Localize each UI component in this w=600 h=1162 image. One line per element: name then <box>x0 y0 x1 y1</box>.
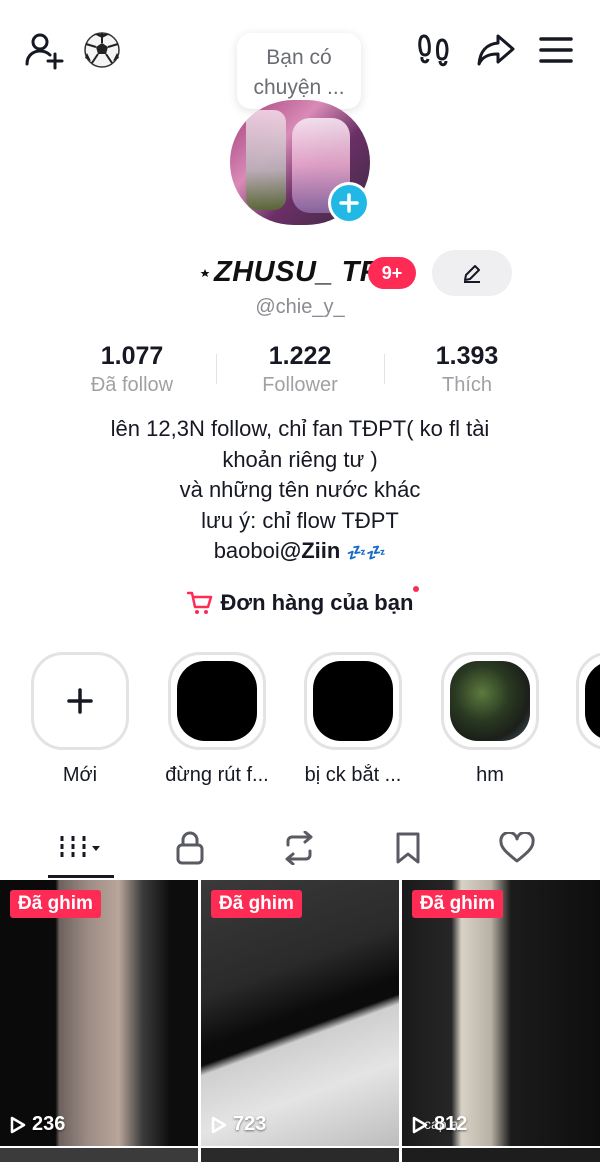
profile-name-row: ZHUSU_ TF 9+ <box>0 250 600 296</box>
repost-icon <box>285 831 313 865</box>
view-count-value: 723 <box>233 1113 267 1135</box>
play-icon <box>10 1116 26 1133</box>
plus-icon <box>339 193 359 213</box>
view-count: 236 <box>10 1113 65 1136</box>
stat-following[interactable]: 1.077 Đã follow <box>47 340 217 398</box>
videos-grid-icon <box>60 836 100 860</box>
stat-label: Đã follow <box>90 374 174 396</box>
highlight-item[interactable]: hm <box>430 652 550 787</box>
avatar-figure <box>246 110 286 210</box>
footprints-icon[interactable] <box>412 28 456 72</box>
highlight-new[interactable]: Mới <box>20 652 140 787</box>
highlight-label: hm <box>476 764 504 786</box>
video-thumbnail-partial[interactable] <box>201 1148 399 1162</box>
heart-icon <box>499 832 535 863</box>
pinned-badge: Đã ghim <box>211 890 302 918</box>
stat-label: Follower <box>262 374 338 396</box>
plus-icon <box>67 688 93 714</box>
play-icon <box>412 1116 428 1133</box>
lock-icon <box>176 831 204 865</box>
orders-label: Đơn hàng của bạn <box>220 590 414 615</box>
video-grid: Đã ghim 236 Đã ghim 723 Đã ghim cap ạ 81… <box>0 880 600 1162</box>
highlight-label: Mới <box>62 764 98 786</box>
highlight-label: đừng rút f... <box>165 764 269 786</box>
highlight-ring <box>31 652 129 750</box>
profile-tabs <box>0 822 600 878</box>
active-tab-indicator <box>48 875 114 878</box>
pencil-icon <box>464 265 480 283</box>
highlight-ring <box>441 652 539 750</box>
highlight-thumbnail <box>177 661 257 741</box>
note-bubble-text: Bạn có chuyện ... <box>253 46 345 99</box>
stat-followers[interactable]: 1.222 Follower <box>215 340 385 398</box>
view-count: 723 <box>211 1113 266 1136</box>
video-thumbnail-partial[interactable] <box>402 1148 600 1162</box>
view-count-value: 236 <box>32 1113 66 1135</box>
bookmark-icon <box>396 832 420 864</box>
bio-mention-link[interactable]: @Ziin <box>280 538 341 563</box>
crescent-star-icon <box>188 260 212 291</box>
edit-profile-button[interactable] <box>432 250 512 296</box>
view-count: 812 <box>412 1113 467 1136</box>
soccer-ball-icon[interactable] <box>80 28 124 72</box>
highlight-item[interactable]: bị ck bắt ... <box>293 652 413 787</box>
stat-value: 1.393 <box>435 342 499 370</box>
tab-videos[interactable] <box>42 826 122 870</box>
profile-bio: lên 12,3N follow, chỉ fan TĐPT( ko fl tà… <box>40 414 560 570</box>
video-thumbnail[interactable]: Đã ghim cap ạ 812 <box>402 880 600 1146</box>
stat-value: 1.222 <box>268 342 332 370</box>
orders-link[interactable]: Đơn hàng của bạn <box>0 586 600 620</box>
bio-line: lên 12,3N follow, chỉ fan TĐPT( ko fl tà… <box>110 416 490 441</box>
bio-line: và những tên nước khác <box>179 477 421 502</box>
video-thumbnail-partial[interactable] <box>0 1148 198 1162</box>
bio-line: baoboi@Ziin 💤💤 <box>40 536 560 570</box>
bio-line: lưu ý: chỉ flow TĐPT <box>201 507 399 533</box>
tab-liked[interactable] <box>477 826 557 870</box>
bio-line: khoản riêng tư ) <box>222 446 378 472</box>
orders-notification-dot <box>413 586 419 592</box>
highlight-item[interactable]: đừng rút f... <box>157 652 277 787</box>
notification-badge[interactable]: 9+ <box>368 257 416 289</box>
profile-name: ZHUSU_ TF <box>214 256 378 288</box>
note-bubble[interactable]: Bạn có chuyện ... <box>237 33 361 109</box>
pinned-badge: Đã ghim <box>412 890 503 918</box>
bio-text: baoboi <box>213 538 280 563</box>
highlight-item-partial[interactable] <box>566 652 600 750</box>
cart-icon <box>186 591 212 614</box>
stat-value: 1.077 <box>100 342 164 370</box>
tab-private[interactable] <box>150 826 230 870</box>
highlight-ring <box>304 652 402 750</box>
stat-likes[interactable]: 1.393 Thích <box>382 340 552 398</box>
add-avatar-button[interactable] <box>328 182 370 224</box>
tab-reposts[interactable] <box>259 826 339 870</box>
video-thumbnail[interactable]: Đã ghim 236 <box>0 880 198 1146</box>
add-friend-icon[interactable] <box>22 28 66 72</box>
profile-stats: 1.077 Đã follow 1.222 Follower 1.393 Thí… <box>0 340 600 400</box>
highlight-ring <box>576 652 600 750</box>
story-highlights: Mới đừng rút f... bị ck bắt ... hm <box>0 652 600 792</box>
sleeping-emoji-icon: 💤💤 <box>346 545 387 562</box>
menu-icon[interactable] <box>534 28 578 72</box>
username: @chie_y_ <box>255 296 345 318</box>
highlight-thumbnail <box>313 661 393 741</box>
tab-saved[interactable] <box>368 826 448 870</box>
play-icon <box>211 1116 227 1133</box>
share-icon[interactable] <box>474 28 518 72</box>
highlight-ring <box>168 652 266 750</box>
pinned-badge: Đã ghim <box>10 890 101 918</box>
stat-label: Thích <box>441 374 493 396</box>
highlight-label: bị ck bắt ... <box>304 764 402 786</box>
highlight-thumbnail <box>585 661 600 741</box>
view-count-value: 812 <box>434 1113 468 1135</box>
highlight-thumbnail <box>450 661 530 741</box>
video-thumbnail[interactable]: Đã ghim 723 <box>201 880 399 1146</box>
